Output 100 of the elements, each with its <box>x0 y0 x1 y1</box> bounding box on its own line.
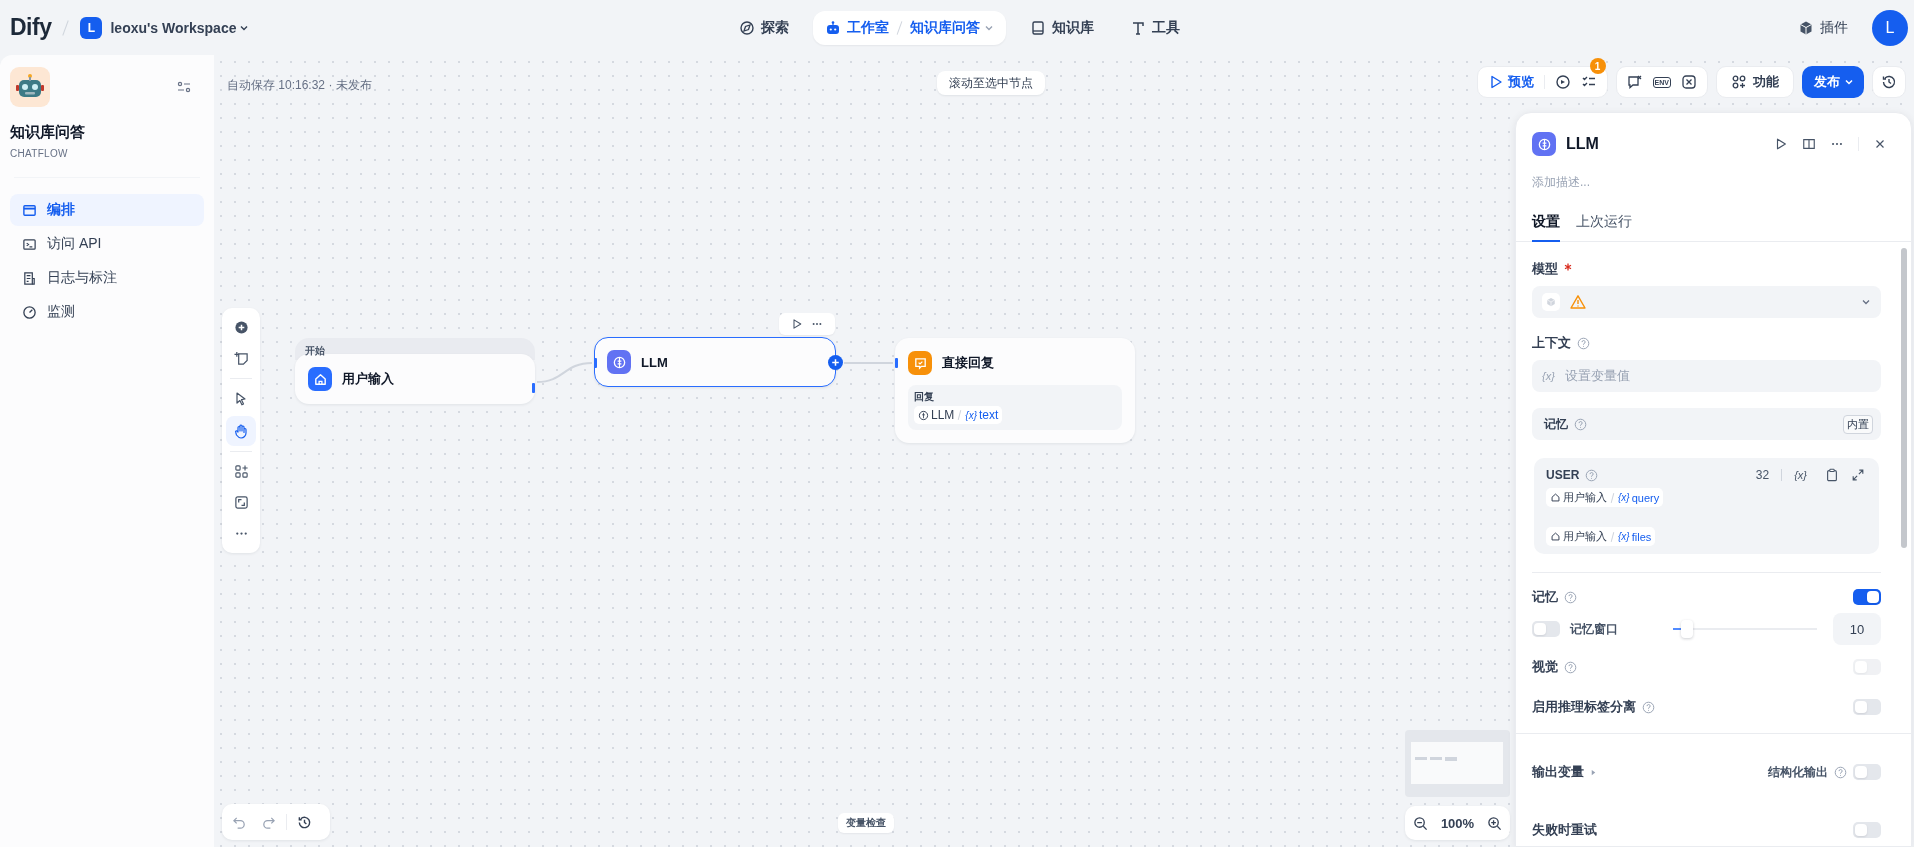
settings-icon[interactable] <box>176 79 192 95</box>
node-title: 用户输入 <box>342 370 394 388</box>
help-icon <box>1585 468 1599 482</box>
section-toggle[interactable]: 输出变量 <box>1532 763 1584 781</box>
workspace-switcher[interactable]: leoxu's Workspace <box>110 19 250 36</box>
workflow-node[interactable]: 直接回复 回复 LLM {x} text <box>895 338 1135 443</box>
token-count: 32 <box>1755 468 1770 482</box>
field-label: 视觉 <box>1532 658 1558 676</box>
expand-arrow-icon[interactable] <box>1590 768 1597 776</box>
sidebar-item[interactable]: 监测 <box>10 296 204 328</box>
field-label: 记忆 <box>1544 415 1568 433</box>
zoom-in-icon[interactable] <box>1487 815 1502 831</box>
sidebar-item[interactable]: 日志与标注 <box>10 262 204 294</box>
window-icon <box>22 202 37 218</box>
house-icon <box>1550 492 1561 503</box>
expand-icon[interactable] <box>1851 468 1865 482</box>
cube-icon <box>1798 19 1814 36</box>
caret-icon <box>1844 77 1854 87</box>
organize-icon[interactable] <box>233 464 249 479</box>
robot-icon <box>824 19 841 36</box>
nav-tab[interactable]: 工作室 知识库问答 <box>812 10 1006 45</box>
add-icon[interactable] <box>828 355 843 370</box>
insert-variable-button[interactable]: {x} <box>1794 469 1807 481</box>
history-icon[interactable] <box>297 814 312 830</box>
book-icon[interactable] <box>1802 137 1816 151</box>
history-run-icon[interactable] <box>1554 74 1571 90</box>
app-name: 知识库问答 <box>10 123 86 142</box>
run-icon[interactable] <box>791 318 803 330</box>
toggle-switch[interactable] <box>1853 822 1881 838</box>
preview-button[interactable]: 预览 <box>1487 73 1534 91</box>
connector-line <box>843 362 894 364</box>
sidebar-item[interactable]: 编排 <box>10 194 204 226</box>
node-title: 直接回复 <box>942 354 994 372</box>
field-label: 回复 <box>914 390 934 404</box>
help-icon <box>1574 417 1587 431</box>
fit-view-icon[interactable] <box>233 495 249 510</box>
toggle-switch[interactable] <box>1853 699 1881 715</box>
book-icon <box>1029 19 1046 36</box>
connection-handle[interactable] <box>895 358 898 368</box>
help-icon <box>1834 765 1847 779</box>
add-note-icon[interactable] <box>233 351 249 366</box>
help-icon <box>1564 660 1577 674</box>
connection-handle[interactable] <box>532 383 535 393</box>
comment-icon[interactable] <box>1626 74 1643 90</box>
field-label: 记忆窗口 <box>1570 620 1618 638</box>
variable-chip: 用户输入 {x} query <box>1546 488 1664 507</box>
toggle-switch[interactable] <box>1853 589 1881 605</box>
document-icon <box>22 270 37 286</box>
chat-bubble-icon <box>908 351 932 375</box>
toggle-switch[interactable] <box>1532 621 1560 637</box>
clipboard-icon[interactable] <box>1825 468 1839 482</box>
help-icon <box>1564 590 1577 604</box>
logo[interactable]: Dify <box>10 14 52 41</box>
slider-handle[interactable] <box>1681 620 1694 638</box>
features-button[interactable]: 功能 <box>1716 66 1794 98</box>
user-avatar[interactable]: L <box>1872 9 1908 46</box>
run-icon[interactable] <box>1774 137 1788 151</box>
prompt-editor[interactable]: USER 32 {x} 用户输入 {x} query 用户输入 {x} files <box>1534 458 1879 554</box>
nav-tab[interactable]: 工具 <box>1117 10 1192 45</box>
publish-button[interactable]: 发布 <box>1802 66 1864 98</box>
connection-handle[interactable] <box>594 358 597 368</box>
compass-icon <box>738 19 755 36</box>
version-history-button[interactable] <box>1872 66 1906 98</box>
toggle-switch[interactable] <box>1853 764 1881 780</box>
app-switcher[interactable]: 知识库问答 <box>909 18 994 37</box>
node-title: LLM <box>641 354 668 370</box>
variable-inspect-button[interactable]: 变量检查 <box>838 813 894 833</box>
tab[interactable]: 上次运行 <box>1576 209 1632 242</box>
grid-plus-icon <box>1731 74 1747 90</box>
tab[interactable]: 设置 <box>1532 209 1560 242</box>
field-label: 失败时重试 <box>1532 821 1597 839</box>
sidebar-item[interactable]: 访问 API <box>10 228 204 260</box>
field-label: 记忆 <box>1532 588 1558 606</box>
zoom-out-icon[interactable] <box>1413 815 1428 831</box>
nav-tab[interactable]: 知识库 <box>1017 10 1106 45</box>
description-field[interactable]: 添加描述... <box>1532 173 1895 191</box>
zoom-level[interactable]: 100% <box>1440 815 1475 831</box>
plugins-button[interactable]: 插件 <box>1798 18 1848 37</box>
add-node-icon[interactable] <box>233 320 249 335</box>
checklist-badge: 1 <box>1589 58 1606 74</box>
role-label: USER <box>1546 468 1580 482</box>
number-field[interactable]: 10 <box>1833 613 1881 645</box>
workflow-node[interactable]: LLM <box>594 337 836 387</box>
cube-icon <box>1542 293 1560 311</box>
field-label: 启用推理标签分离 <box>1532 698 1636 716</box>
variable-icon[interactable] <box>1681 74 1697 90</box>
app-type: CHATFLOW <box>10 148 69 159</box>
nav-tab[interactable]: 探索 <box>726 10 801 45</box>
workspace-avatar: L <box>80 16 103 39</box>
robot-icon <box>10 67 50 107</box>
warning-icon <box>1570 294 1586 310</box>
field-label: 上下文 <box>1532 334 1571 352</box>
autosave-status: 自动保存 10:16:32 · 未发布 <box>227 77 372 94</box>
hand-icon[interactable] <box>226 416 256 446</box>
history-icon <box>1881 74 1897 90</box>
field-label: 结构化输出 <box>1768 763 1828 781</box>
scroll-to-node-button[interactable]: 滚动至选中节点 <box>937 71 1045 95</box>
gauge-icon <box>22 304 37 320</box>
house-icon <box>1550 531 1561 542</box>
panel-title[interactable]: LLM <box>1566 135 1599 153</box>
